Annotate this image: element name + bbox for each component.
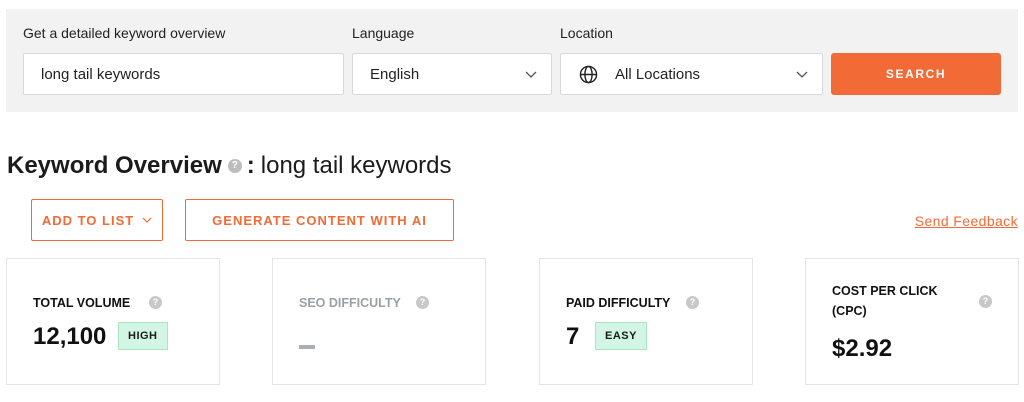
- location-label: Location: [560, 25, 613, 41]
- cpc-value: $2.92: [832, 335, 893, 362]
- seo-difficulty-card: SEO DIFFICULTY ?: [272, 258, 486, 385]
- search-button[interactable]: SEARCH: [831, 53, 1001, 95]
- add-to-list-button[interactable]: ADD TO LIST: [31, 199, 163, 241]
- location-select[interactable]: All Locations: [560, 53, 823, 95]
- difficulty-badge: EASY: [595, 322, 647, 350]
- volume-badge: HIGH: [118, 322, 168, 350]
- chevron-down-icon: [525, 71, 537, 78]
- total-volume-value: 12,100: [33, 323, 107, 350]
- title-colon: :: [246, 152, 255, 179]
- help-icon[interactable]: ?: [227, 159, 242, 173]
- send-feedback-link[interactable]: Send Feedback: [915, 213, 1018, 229]
- paid-difficulty-label: PAID DIFFICULTY: [566, 296, 671, 310]
- overview-heading: Keyword Overview: [7, 152, 222, 179]
- paid-difficulty-value: 7: [566, 323, 580, 350]
- help-icon[interactable]: ?: [979, 295, 992, 308]
- overview-keyword: long tail keywords: [260, 152, 452, 179]
- language-select[interactable]: English: [352, 53, 552, 95]
- search-panel: Get a detailed keyword overview long tai…: [6, 9, 1018, 112]
- help-icon[interactable]: ?: [686, 296, 699, 309]
- language-label: Language: [352, 25, 415, 41]
- language-select-value: English: [370, 65, 420, 83]
- cpc-label: COST PER CLICK (CPC): [832, 281, 938, 321]
- empty-value-dash: [299, 345, 315, 349]
- keyword-input-value: long tail keywords: [41, 65, 161, 83]
- paid-difficulty-card: PAID DIFFICULTY ? 7 EASY: [539, 258, 753, 385]
- page-title: Keyword Overview ? : long tail keywords: [7, 152, 452, 180]
- globe-icon: [579, 65, 598, 84]
- cpc-card: COST PER CLICK (CPC) ? $2.92: [805, 258, 1019, 385]
- total-volume-card: TOTAL VOLUME ? 12,100 HIGH: [6, 258, 220, 385]
- chevron-down-icon: [796, 71, 808, 78]
- help-icon[interactable]: ?: [149, 296, 162, 309]
- cpc-label-line1: COST PER CLICK: [832, 284, 938, 298]
- add-to-list-label: ADD TO LIST: [41, 212, 135, 228]
- generate-content-button[interactable]: GENERATE CONTENT WITH AI: [185, 199, 454, 241]
- help-icon[interactable]: ?: [416, 296, 429, 309]
- total-volume-label: TOTAL VOLUME: [33, 296, 131, 310]
- cpc-label-line2: (CPC): [832, 304, 867, 318]
- seo-difficulty-label: SEO DIFFICULTY: [299, 296, 401, 310]
- keyword-label: Get a detailed keyword overview: [23, 25, 226, 41]
- chevron-down-icon: [142, 217, 152, 223]
- keyword-input[interactable]: long tail keywords: [23, 53, 344, 95]
